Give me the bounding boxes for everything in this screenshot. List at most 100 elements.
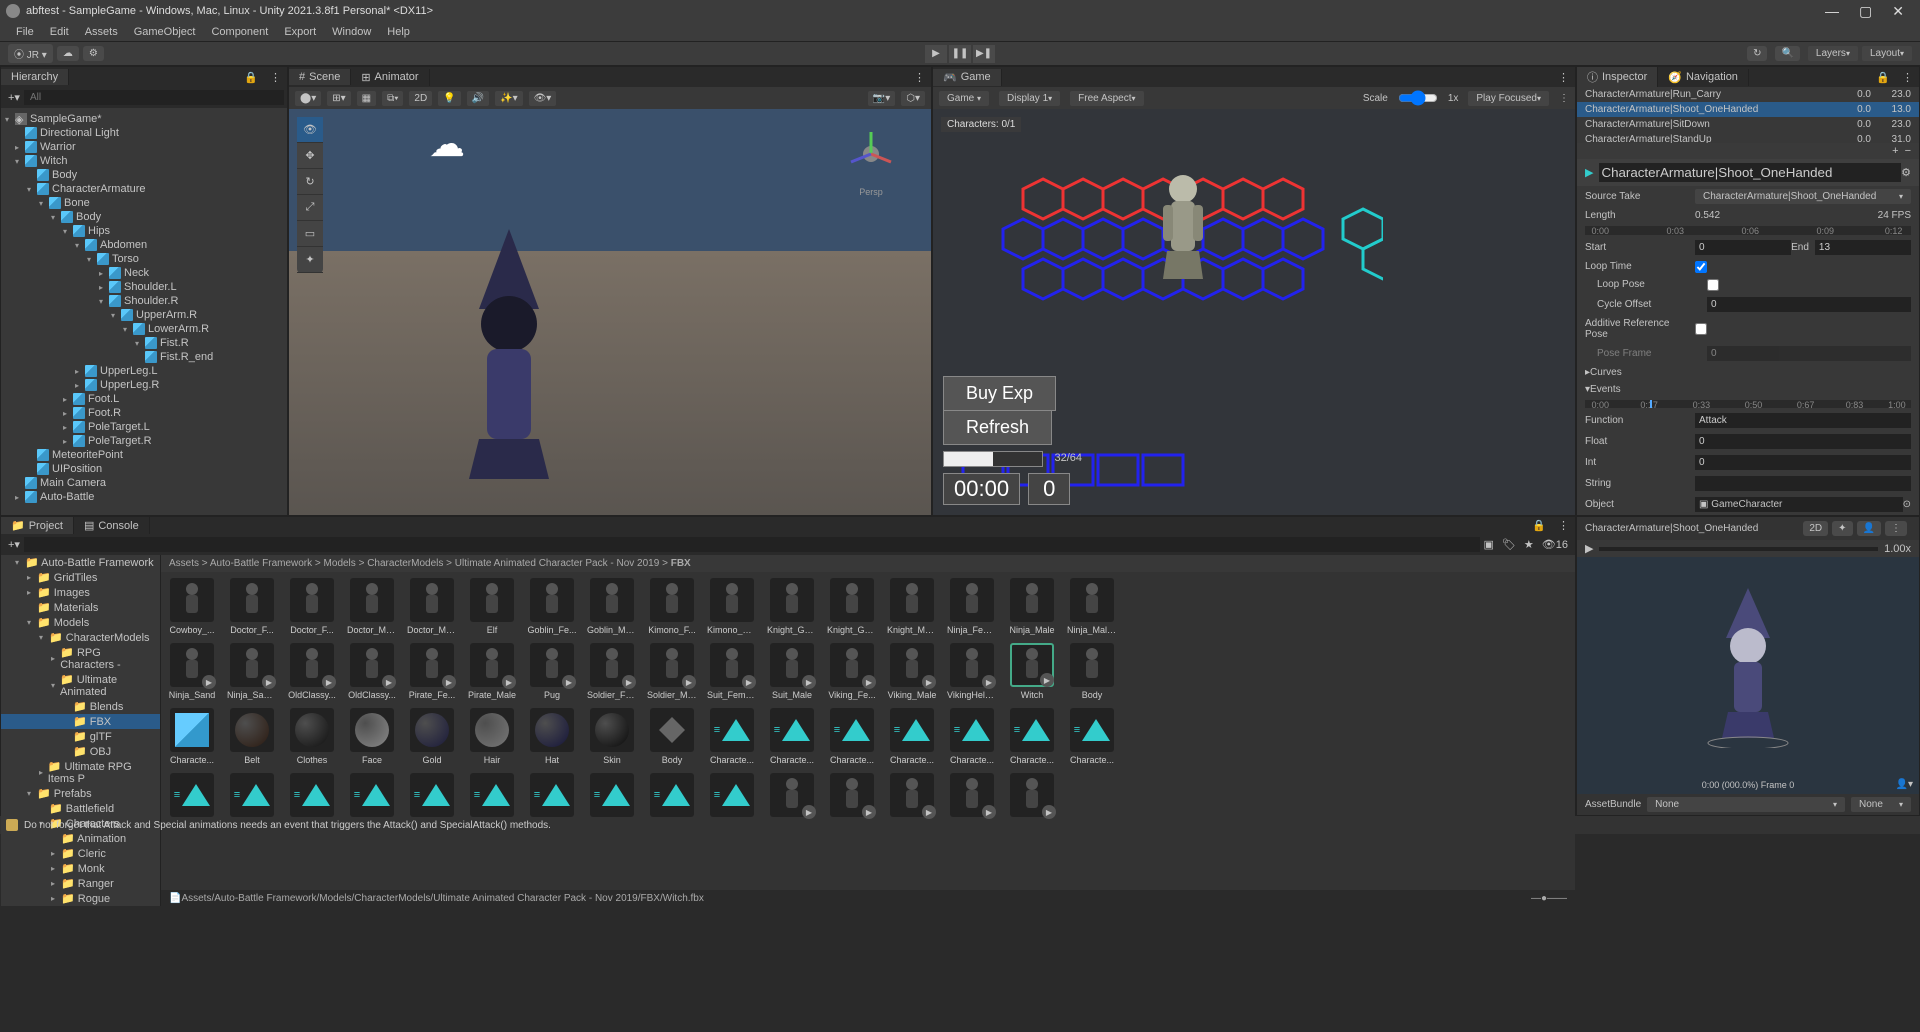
asset-item[interactable]: ▶ [1007, 773, 1057, 820]
asset-item[interactable]: Ninja_Male [1007, 578, 1057, 635]
remove-clip-button[interactable]: − [1905, 145, 1911, 157]
asset-item[interactable]: ▶ [827, 773, 877, 820]
save-search-icon[interactable]: ★ [1520, 538, 1538, 551]
clip-row[interactable]: CharacterArmature|SitDown0.023.0 [1577, 117, 1919, 132]
hierarchy-item[interactable]: ▾Bone [1, 196, 287, 210]
game-menu-icon[interactable]: ⋮ [1552, 71, 1575, 84]
warning-icon[interactable] [6, 819, 18, 831]
project-lock-icon[interactable]: 🔒 [1526, 519, 1552, 532]
pause-button[interactable]: ❚❚ [949, 45, 971, 63]
hierarchy-item[interactable]: ▸Shoulder.L [1, 280, 287, 294]
scale-tool[interactable]: ⤢ [297, 195, 323, 221]
asset-item[interactable]: ≡Characte... [947, 708, 997, 765]
gizmos-visibility[interactable]: 👁▾ [529, 91, 557, 106]
menu-help[interactable]: Help [379, 24, 418, 40]
animator-tab[interactable]: ⊞ Animator [351, 69, 429, 86]
hierarchy-item[interactable]: ▾Abdomen [1, 238, 287, 252]
preview-avatar-icon[interactable]: 👤▾ [1896, 779, 1913, 790]
game-viewport[interactable]: Characters: 0/1 Buy Exp Refresh [933, 109, 1575, 515]
hierarchy-item[interactable]: ▸PoleTarget.L [1, 420, 287, 434]
aspect-dropdown[interactable]: Free Aspect [1070, 91, 1143, 106]
asset-item[interactable]: ≡ [647, 773, 697, 820]
preview-scrubber[interactable] [1599, 547, 1878, 551]
game-tab[interactable]: 🎮 Game [933, 69, 1002, 86]
function-field[interactable] [1695, 413, 1911, 428]
add-clip-button[interactable]: + [1892, 145, 1898, 157]
asset-item[interactable]: Characte... [167, 708, 217, 765]
display-dropdown[interactable]: Display 1 [999, 91, 1060, 106]
asset-item[interactable]: ≡ [467, 773, 517, 820]
hierarchy-lock-icon[interactable]: 🔒 [238, 71, 264, 84]
crumb[interactable]: Auto-Battle Framework [210, 558, 312, 569]
hierarchy-search[interactable] [24, 90, 284, 105]
hierarchy-item[interactable]: ▸PoleTarget.R [1, 434, 287, 448]
asset-item[interactable]: ≡Characte... [887, 708, 937, 765]
play-mode-dropdown[interactable]: Play Focused [1468, 91, 1549, 106]
asset-item[interactable]: Gold [407, 708, 457, 765]
scene-menu-icon[interactable]: ⋮ [908, 71, 931, 84]
asset-item[interactable]: ▶OldClassy... [287, 643, 337, 700]
menu-edit[interactable]: Edit [42, 24, 77, 40]
clip-row[interactable]: CharacterArmature|StandUp0.031.0 [1577, 132, 1919, 143]
asset-item[interactable]: Ninja_Male... [1067, 578, 1117, 635]
assetbundle-dropdown[interactable]: None [1647, 797, 1845, 812]
clip-row[interactable]: CharacterArmature|Run_Carry0.023.0 [1577, 87, 1919, 102]
menu-file[interactable]: File [8, 24, 42, 40]
scene-tab[interactable]: # Scene [289, 69, 351, 85]
draw-mode-button[interactable]: ⊞▾ [327, 91, 350, 106]
camera-button[interactable]: 📷▾ [868, 91, 895, 106]
crumb[interactable]: Assets [169, 558, 199, 569]
asset-item[interactable]: ≡ [527, 773, 577, 820]
2d-toggle[interactable]: 2D [409, 91, 432, 106]
preview-play-button[interactable]: ▶ [1585, 542, 1593, 555]
asset-item[interactable]: Face [347, 708, 397, 765]
clip-list[interactable]: CharacterArmature|Run_Carry0.023.0Charac… [1577, 87, 1919, 143]
asset-item[interactable]: Knight_Gol... [767, 578, 817, 635]
asset-item[interactable]: ▶Ninja_Sand... [227, 643, 277, 700]
crumb[interactable]: FBX [671, 558, 691, 569]
clip-row[interactable]: CharacterArmature|Shoot_OneHanded0.013.0 [1577, 102, 1919, 117]
folder-item[interactable]: 📁 FBX [1, 714, 160, 729]
hierarchy-item[interactable]: ▾LowerArm.R [1, 322, 287, 336]
folder-item[interactable]: ▸📁 Ranger [1, 876, 160, 891]
crumb[interactable]: CharacterModels [367, 558, 443, 569]
console-tab[interactable]: ▤ Console [74, 517, 150, 534]
search-by-label-icon[interactable]: 🏷 [1498, 538, 1520, 551]
additive-ref-checkbox[interactable] [1695, 323, 1707, 335]
step-button[interactable]: ▶❚ [973, 45, 995, 63]
inspector-lock-icon[interactable]: 🔒 [1870, 71, 1896, 84]
hierarchy-item[interactable]: ▸Foot.L [1, 392, 287, 406]
preview-ik-icon[interactable]: 👤 [1857, 521, 1881, 536]
source-take-dropdown[interactable]: CharacterArmature|Shoot_OneHanded [1695, 189, 1911, 204]
asset-item[interactable]: ≡Characte... [1067, 708, 1117, 765]
folder-item[interactable]: ▸📁 Ultimate RPG Items P [1, 759, 160, 786]
minimize-button[interactable]: — [1825, 3, 1839, 20]
folder-item[interactable]: ▸📁 Rogue [1, 891, 160, 906]
clip-settings-icon[interactable]: ⚙ [1901, 166, 1911, 179]
menu-gameobject[interactable]: GameObject [126, 24, 204, 40]
asset-item[interactable]: ≡ [707, 773, 757, 820]
project-add-button[interactable]: +▾ [4, 538, 24, 551]
folder-item[interactable]: ▾📁 Models [1, 615, 160, 630]
folder-item[interactable]: ▸📁 Monk [1, 861, 160, 876]
asset-item[interactable]: ≡ [347, 773, 397, 820]
project-menu-icon[interactable]: ⋮ [1552, 519, 1575, 532]
game-options-icon[interactable]: ⋮ [1559, 93, 1569, 104]
folder-item[interactable]: ▾📁 Prefabs [1, 786, 160, 801]
close-button[interactable]: ✕ [1892, 3, 1904, 20]
hierarchy-item[interactable]: ▾Shoulder.R [1, 294, 287, 308]
gizmos-button[interactable]: ⬡▾ [901, 91, 925, 106]
loop-time-checkbox[interactable] [1695, 261, 1707, 273]
folder-item[interactable]: ▾📁 Auto-Battle Framework [1, 555, 160, 570]
asset-item[interactable]: ▶Witch [1007, 643, 1057, 700]
start-field[interactable] [1695, 240, 1791, 255]
asset-item[interactable]: Skin [587, 708, 637, 765]
asset-item[interactable]: ≡ [587, 773, 637, 820]
events-foldout[interactable]: Events [1590, 384, 1621, 395]
scale-slider[interactable] [1398, 90, 1438, 106]
game-dropdown[interactable]: Game [939, 91, 989, 106]
hierarchy-item[interactable]: ▾Hips [1, 224, 287, 238]
end-field[interactable] [1815, 240, 1911, 255]
clip-timeline[interactable]: 0:000:030:060:090:12 [1585, 226, 1911, 234]
play-button[interactable]: ▶ [925, 45, 947, 63]
